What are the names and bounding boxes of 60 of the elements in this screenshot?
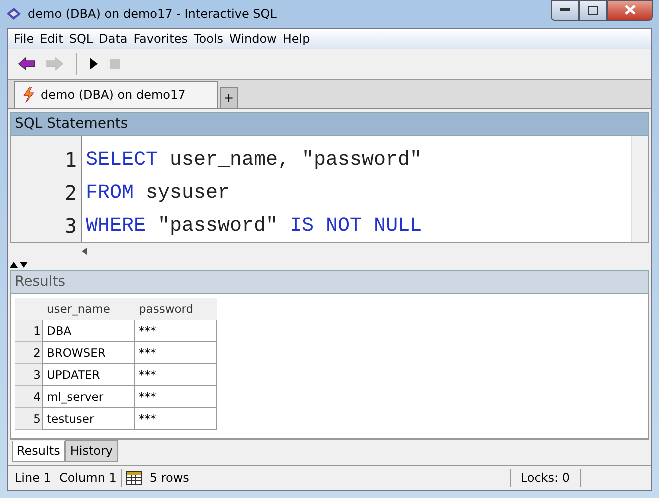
locks-count: Locks: 0 [520, 471, 571, 485]
code-line: FROM sysuser [86, 181, 232, 207]
stop-icon [109, 58, 121, 70]
row-number: 5 [15, 408, 43, 430]
table-cell: *** [134, 342, 217, 364]
connection-tab[interactable]: demo (DBA) on demo17 [14, 81, 218, 108]
splitter-arrows-icon[interactable] [10, 262, 30, 268]
table-cell: *** [134, 320, 217, 342]
line-number: 1 [64, 147, 77, 174]
scrollbar[interactable] [631, 136, 648, 242]
minimize-icon [560, 8, 570, 12]
row-number: 1 [15, 320, 43, 342]
play-icon [89, 57, 99, 71]
code-line: WHERE "password" IS NOT NULL [86, 214, 424, 240]
row-number: 4 [15, 386, 43, 408]
minimize-button[interactable] [551, 0, 579, 20]
table-cell: testuser [42, 408, 135, 430]
code-line: SELECT user_name, "password" [86, 148, 424, 174]
lightning-icon [23, 87, 35, 103]
row-count: 5 rows [148, 471, 190, 485]
status-column: Column 1 [55, 471, 121, 485]
app-icon [6, 7, 22, 21]
column-header[interactable]: user_name [43, 298, 135, 320]
row-number: 2 [15, 342, 43, 364]
table-cell: DBA [42, 320, 135, 342]
table-cell: UPDATER [42, 364, 135, 386]
table-cell: *** [134, 386, 217, 408]
table-cell: ml_server [42, 386, 135, 408]
line-number: 2 [64, 180, 77, 207]
sql-editor[interactable]: 1 2 3 SELECT user_name, "password" FROM sysuser WHERE "password" IS NOT NULL [10, 136, 649, 243]
table-cell: *** [134, 408, 217, 430]
menu-item[interactable]: SQL [66, 32, 96, 46]
menu-item[interactable]: Help [280, 32, 314, 46]
column-header[interactable]: password [135, 298, 217, 320]
results-tab[interactable]: Results [12, 441, 66, 462]
row-number: 3 [15, 364, 43, 386]
menu-item[interactable]: File [11, 32, 38, 46]
menu-item[interactable]: Favorites [130, 32, 191, 46]
table-cell: BROWSER [42, 342, 135, 364]
status-line: Line 1 [14, 471, 52, 485]
menu-item[interactable]: Data [96, 32, 131, 46]
connection-tab[interactable]: + [220, 87, 238, 108]
table-cell: *** [134, 364, 217, 386]
maximize-icon [588, 6, 598, 14]
menu-item[interactable]: Tools [190, 32, 227, 46]
left-arrow-icon [82, 248, 87, 255]
window-title: demo (DBA) on demo17 - Interactive SQL [28, 7, 278, 21]
results-tab[interactable]: History [65, 440, 118, 462]
panel-header: Results [10, 270, 649, 294]
table-icon [126, 471, 142, 485]
maximize-button[interactable] [579, 0, 607, 20]
panel-header: SQL Statements [10, 112, 649, 136]
back-button[interactable] [16, 55, 38, 73]
close-icon [624, 5, 636, 15]
menu-item[interactable]: Window [226, 32, 280, 46]
close-button[interactable] [607, 0, 653, 20]
forward-arrow-icon [46, 57, 64, 71]
line-number: 3 [64, 213, 77, 240]
back-arrow-icon [18, 57, 36, 71]
menu-item[interactable]: Edit [37, 32, 66, 46]
